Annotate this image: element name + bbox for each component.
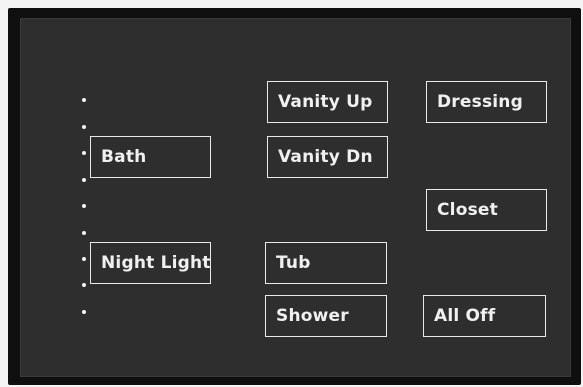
dressing-button[interactable]: Dressing: [426, 81, 547, 123]
indicator-dot: [82, 98, 86, 102]
closet-button[interactable]: Closet: [426, 189, 547, 231]
indicator-dot: [82, 310, 86, 314]
keypad-frame: Bath Night Light Vanity Up Vanity Dn Tub…: [8, 8, 581, 385]
keypad-panel: Bath Night Light Vanity Up Vanity Dn Tub…: [20, 18, 571, 377]
indicator-dot: [82, 257, 86, 261]
vanity-dn-button[interactable]: Vanity Dn: [267, 136, 388, 178]
indicator-dot: [82, 283, 86, 287]
vanity-up-button[interactable]: Vanity Up: [267, 81, 388, 123]
shower-button[interactable]: Shower: [265, 295, 387, 337]
indicator-dot: [82, 204, 86, 208]
night-light-button[interactable]: Night Light: [90, 242, 211, 284]
indicator-dot: [82, 125, 86, 129]
tub-button[interactable]: Tub: [265, 242, 387, 284]
indicator-dot: [82, 231, 86, 235]
bath-button[interactable]: Bath: [90, 136, 211, 178]
indicator-dot: [82, 151, 86, 155]
indicator-dot: [82, 178, 86, 182]
all-off-button[interactable]: All Off: [423, 295, 546, 337]
